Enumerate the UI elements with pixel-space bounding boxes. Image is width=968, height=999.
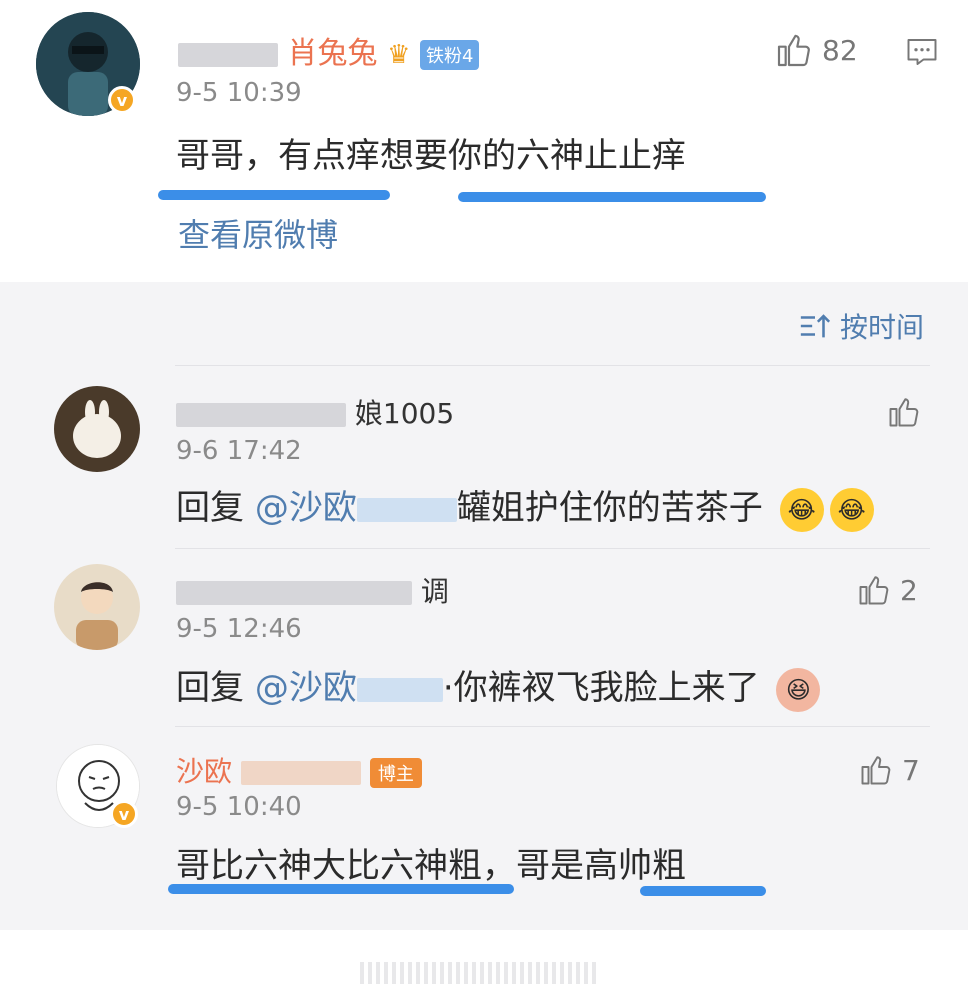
- funny-face-emoji: 😆: [776, 667, 821, 712]
- avatar[interactable]: [54, 386, 140, 472]
- highlight-underline: [168, 884, 514, 894]
- username[interactable]: 娘1005: [176, 392, 454, 432]
- username[interactable]: 沙欧 博主: [176, 750, 422, 790]
- comment-icon: [907, 39, 937, 65]
- username[interactable]: 调: [176, 570, 449, 610]
- comment-text: 哥哥，有点痒想要你的六神止止痒: [176, 136, 686, 176]
- divider: [175, 548, 930, 549]
- reply-text: 哥比六神大比六神粗，哥是高帅粗: [176, 846, 686, 886]
- verified-icon: v: [110, 800, 138, 828]
- divider: [175, 365, 930, 366]
- blurred-name: [176, 403, 346, 427]
- crying-laugh-emoji: 😂: [829, 487, 874, 532]
- sort-button[interactable]: 按时间: [798, 306, 924, 346]
- thumbs-up-icon: [777, 34, 810, 67]
- replies-section: [0, 282, 968, 930]
- mention-link[interactable]: @沙欧: [255, 488, 357, 528]
- thumbs-up-icon: [861, 756, 891, 785]
- blogger-badge: 博主: [369, 758, 422, 788]
- view-original-link[interactable]: 查看原微博: [178, 210, 338, 256]
- timestamp: 9-5 10:39: [176, 78, 302, 108]
- like-button[interactable]: 2: [856, 572, 918, 608]
- verified-icon: v: [108, 86, 136, 114]
- thumbs-up-icon: [859, 576, 889, 605]
- like-button[interactable]: 82: [774, 30, 858, 70]
- reply-text: 回复 @沙欧 ·你裤衩飞我脸上来了 😆: [176, 660, 821, 712]
- like-button[interactable]: 7: [858, 752, 920, 788]
- crown-icon: ♛: [387, 39, 411, 70]
- timestamp: 9-5 10:40: [176, 792, 302, 822]
- timestamp: 9-6 17:42: [176, 436, 302, 466]
- username[interactable]: 肖兔兔 ♛ 铁粉4: [178, 28, 480, 72]
- highlight-underline: [640, 886, 766, 896]
- crying-laugh-emoji: 😂: [779, 487, 824, 532]
- like-button[interactable]: [886, 394, 930, 430]
- thumbs-up-icon: [889, 398, 919, 427]
- like-count: 82: [822, 33, 858, 67]
- avatar-image: [54, 564, 140, 650]
- fan-badge: 铁粉4: [419, 39, 480, 70]
- watermark-stripe: [360, 962, 600, 984]
- like-count: 2: [900, 573, 918, 607]
- sort-icon: [800, 314, 831, 338]
- sort-label: 按时间: [840, 311, 925, 344]
- avatar[interactable]: [54, 564, 140, 650]
- blurred-name: [240, 761, 361, 785]
- like-count: 7: [902, 753, 920, 787]
- blurred-name: [356, 677, 443, 702]
- comment-button[interactable]: [904, 34, 940, 74]
- blurred-name: [176, 581, 412, 605]
- highlight-underline: [158, 190, 390, 200]
- divider: [175, 726, 930, 727]
- blurred-name: [356, 497, 457, 522]
- timestamp: 9-5 12:46: [176, 614, 302, 644]
- blurred-name: [178, 42, 278, 67]
- reply-text: 回复 @沙欧 罐姐护住你的苦茶子 😂 😂: [176, 480, 874, 532]
- highlight-underline: [458, 192, 766, 202]
- avatar-image: [54, 386, 140, 472]
- mention-link[interactable]: @沙欧: [255, 668, 357, 708]
